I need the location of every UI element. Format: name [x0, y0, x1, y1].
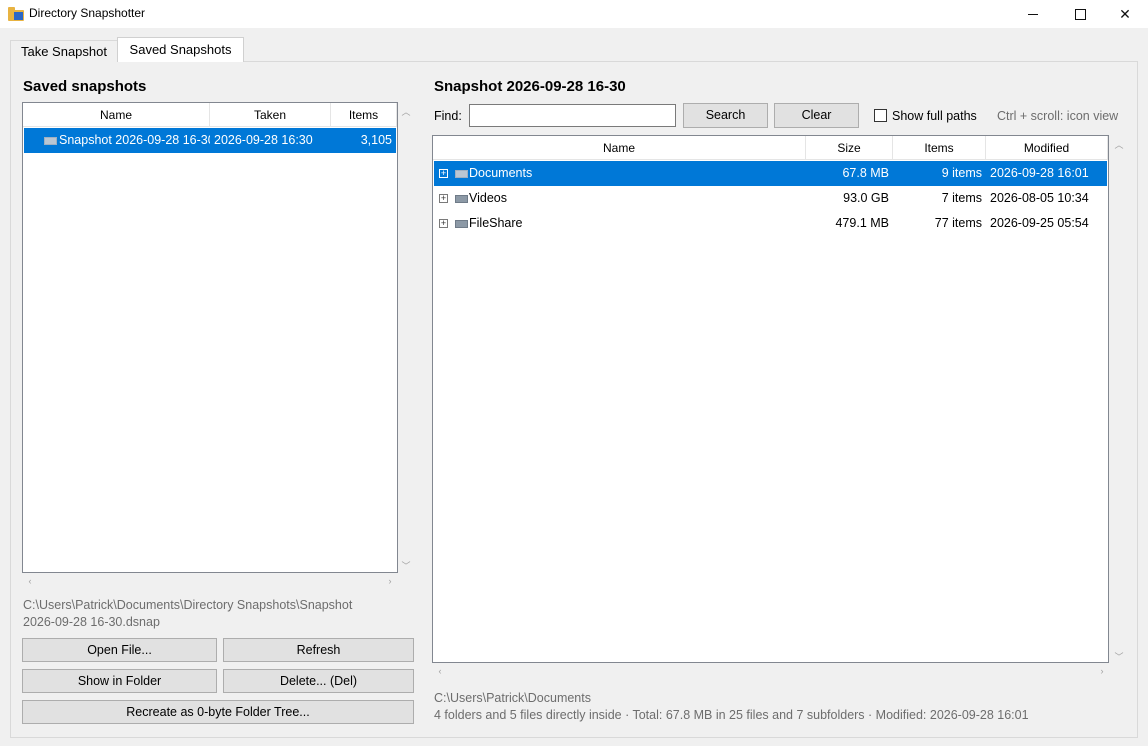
- saved-snapshots-heading: Saved snapshots: [23, 78, 147, 95]
- snapshot-taken: 2026-09-28 16:30: [214, 133, 313, 147]
- column-header-modified[interactable]: Modified: [986, 136, 1108, 160]
- scroll-up-arrow-icon[interactable]: ︿: [400, 105, 412, 118]
- icon-view-hint: Ctrl + scroll: icon view: [997, 109, 1119, 123]
- folder-name: Documents: [469, 166, 533, 180]
- expand-plus-icon[interactable]: +: [439, 169, 448, 178]
- folder-items: 77 items: [934, 216, 982, 230]
- snapshot-heading: Snapshot 2026-09-28 16-30: [434, 78, 626, 95]
- table-row[interactable]: Snapshot 2026-09-28 16-30 2026-09-28 16:…: [24, 128, 396, 153]
- folder-icon: [455, 170, 468, 178]
- folder-size: 67.8 MB: [842, 166, 889, 180]
- scroll-down-arrow-icon[interactable]: ﹀: [1113, 650, 1125, 663]
- status-summary: 4 folders and 5 files directly inside · …: [434, 708, 1029, 722]
- folder-size: 479.1 MB: [835, 216, 889, 230]
- show-full-paths-label[interactable]: Show full paths: [892, 109, 977, 123]
- expand-plus-icon[interactable]: +: [439, 219, 448, 228]
- snapshot-tree-view[interactable]: Name Size Items Modified + Documents 67.…: [432, 135, 1109, 663]
- delete-button[interactable]: Delete... (Del): [223, 669, 414, 693]
- snapshot-file-icon: [44, 137, 57, 145]
- table-row[interactable]: + FileShare 479.1 MB 77 items 2026-09-25…: [434, 211, 1107, 236]
- find-input[interactable]: [469, 104, 676, 127]
- search-button[interactable]: Search: [683, 103, 768, 128]
- folder-items: 9 items: [941, 166, 982, 180]
- folder-name: Videos: [469, 191, 507, 205]
- selected-snapshot-path-line1: C:\Users\Patrick\Documents\Directory Sna…: [23, 598, 353, 612]
- show-full-paths-checkbox[interactable]: [874, 109, 887, 122]
- close-icon: ✕: [1119, 5, 1131, 22]
- scroll-left-arrow-icon[interactable]: ‹: [434, 666, 446, 676]
- folder-icon: [455, 220, 468, 228]
- scroll-up-arrow-icon[interactable]: ︿: [1113, 138, 1125, 151]
- refresh-button[interactable]: Refresh: [223, 638, 414, 662]
- table-row[interactable]: + Videos 93.0 GB 7 items 2026-08-05 10:3…: [434, 186, 1107, 211]
- column-header-taken[interactable]: Taken: [210, 103, 331, 127]
- table-row[interactable]: + Documents 67.8 MB 9 items 2026-09-28 1…: [434, 161, 1107, 186]
- folder-size: 93.0 GB: [843, 191, 889, 205]
- show-in-folder-button[interactable]: Show in Folder: [22, 669, 217, 693]
- find-label: Find:: [434, 109, 462, 123]
- minimize-icon: [1028, 13, 1038, 15]
- maximize-button[interactable]: [1057, 0, 1103, 28]
- tab-take-snapshot[interactable]: Take Snapshot: [10, 40, 118, 62]
- snapshot-items: 3,105: [360, 133, 392, 147]
- recreate-folder-tree-button[interactable]: Recreate as 0-byte Folder Tree...: [22, 700, 414, 724]
- folder-modified: 2026-09-28 16:01: [990, 166, 1089, 180]
- column-header-items[interactable]: Items: [893, 136, 986, 160]
- folder-modified: 2026-08-05 10:34: [990, 191, 1089, 205]
- title-bar: [0, 0, 1148, 28]
- minimize-button[interactable]: [1010, 0, 1056, 28]
- column-header-items[interactable]: Items: [331, 103, 397, 127]
- scroll-right-arrow-icon[interactable]: ›: [1096, 666, 1108, 676]
- column-header-size[interactable]: Size: [806, 136, 893, 160]
- folder-icon: [455, 195, 468, 203]
- expand-plus-icon[interactable]: +: [439, 194, 448, 203]
- scroll-right-arrow-icon[interactable]: ›: [384, 576, 396, 586]
- folder-modified: 2026-09-25 05:54: [990, 216, 1089, 230]
- scroll-left-arrow-icon[interactable]: ‹: [24, 576, 36, 586]
- status-path: C:\Users\Patrick\Documents: [434, 691, 591, 705]
- clear-button[interactable]: Clear: [774, 103, 859, 128]
- open-file-button[interactable]: Open File...: [22, 638, 217, 662]
- window-title: Directory Snapshotter: [29, 6, 146, 20]
- tab-saved-snapshots[interactable]: Saved Snapshots: [117, 37, 244, 62]
- selected-snapshot-path-line2: 2026-09-28 16-30.dsnap: [23, 615, 160, 629]
- close-button[interactable]: ✕: [1102, 0, 1148, 28]
- folder-items: 7 items: [941, 191, 982, 205]
- snapshot-name: Snapshot 2026-09-28 16-30: [59, 133, 210, 147]
- maximize-icon: [1074, 8, 1086, 20]
- folder-name: FileShare: [469, 216, 523, 230]
- column-header-name[interactable]: Name: [433, 136, 806, 160]
- column-header-name[interactable]: Name: [23, 103, 210, 127]
- snapshots-list[interactable]: Name Taken Items Snapshot 2026-09-28 16-…: [22, 102, 398, 573]
- scroll-down-arrow-icon[interactable]: ﹀: [400, 559, 412, 572]
- app-folder-icon: [8, 7, 24, 21]
